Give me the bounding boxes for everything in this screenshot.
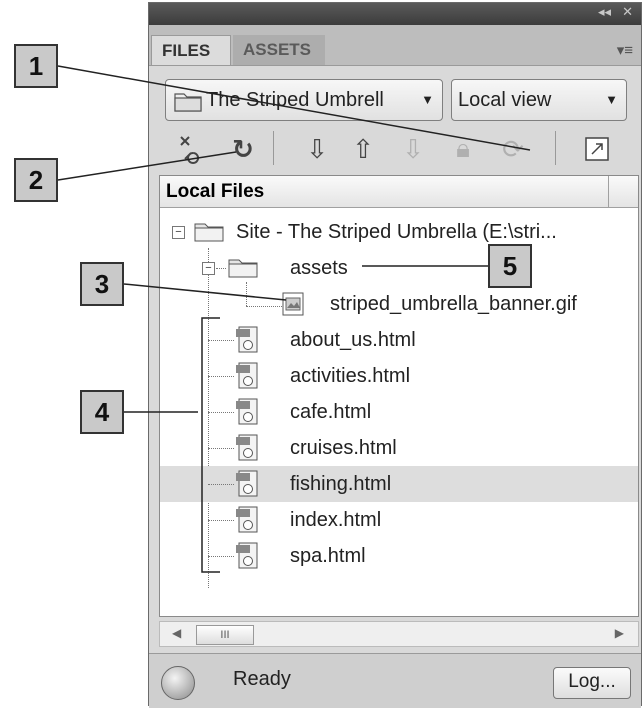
callout-3: 3 [80, 262, 124, 306]
callout-leader-lines [57, 65, 531, 573]
callout-1: 1 [14, 44, 58, 88]
callout-4: 4 [80, 390, 124, 434]
callout-5: 5 [488, 244, 532, 288]
callout-2: 2 [14, 158, 58, 202]
